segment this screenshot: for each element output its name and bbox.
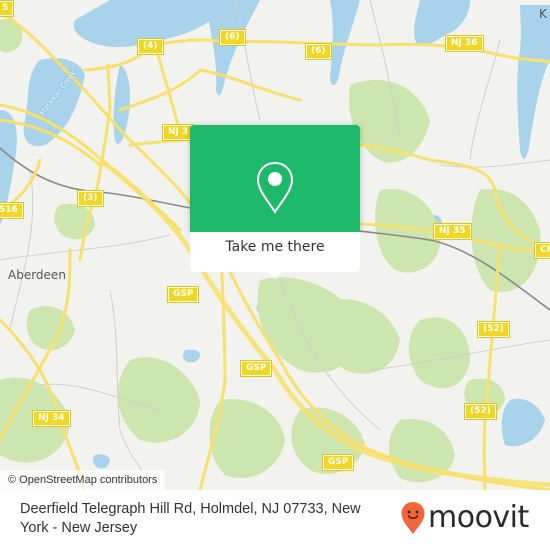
road-shield-52a: (52) — [477, 321, 510, 338]
place-label-aberdeen: Aberdeen — [8, 268, 66, 282]
map-pin-icon — [256, 161, 294, 214]
place-label-keyport: K — [539, 7, 547, 21]
road-shield-nj35: NJ 35 — [433, 223, 472, 240]
popup-pointer — [266, 270, 284, 279]
road-shield-gsp-2: GSP — [239, 360, 273, 377]
footer: Deerfield Telegraph Hill Rd, Holmdel, NJ… — [0, 490, 550, 550]
road-shield-cr: CR — [534, 242, 550, 259]
moovit-pin-icon — [401, 502, 425, 534]
map-page: Matawan Creek Aberdeen K 5 (4) (6) (6) N… — [0, 0, 550, 550]
map-view[interactable]: Matawan Creek Aberdeen K 5 (4) (6) (6) N… — [0, 0, 550, 490]
road-shield-nj36: NJ 36 — [445, 35, 484, 52]
road-shield-52b: (52) — [464, 403, 497, 420]
road-shield-gsp-1: GSP — [166, 286, 200, 303]
road-shield-6a: (6) — [219, 29, 246, 46]
road-shield-gsp-3: GSP — [321, 454, 355, 471]
map-attribution[interactable]: © OpenStreetMap contributors — [0, 470, 166, 490]
location-popup: Take me there — [190, 125, 360, 279]
take-me-there-button[interactable]: Take me there — [190, 232, 360, 272]
address-text: Deerfield Telegraph Hill Rd, Holmdel, NJ… — [20, 501, 361, 536]
road-shield-nj34: NJ 34 — [32, 410, 71, 427]
popup-header — [190, 125, 360, 232]
moovit-logo[interactable]: moovit — [400, 498, 529, 538]
moovit-wordmark: moovit — [428, 500, 529, 535]
road-shield-4: (4) — [137, 38, 164, 55]
road-shield-nj3: NJ 3 — [161, 124, 195, 141]
road-shield-5: 5 — [0, 0, 15, 17]
road-shield-516: 516 — [0, 202, 24, 219]
road-shield-3: (3) — [77, 190, 104, 207]
road-shield-6b: (6) — [305, 43, 332, 60]
